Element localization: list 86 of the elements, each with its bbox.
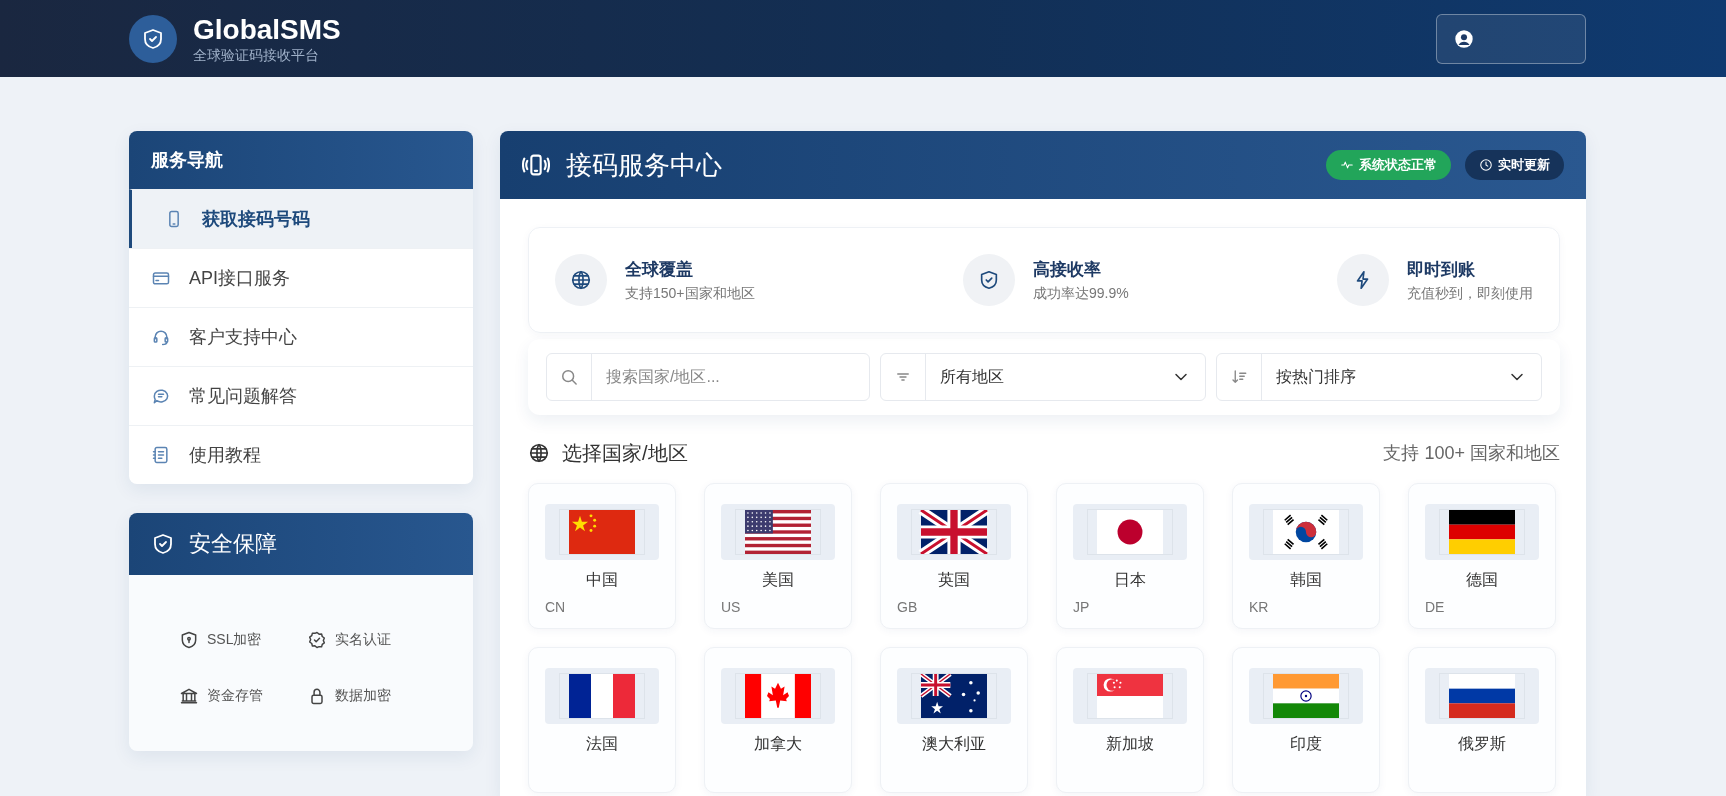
country-card[interactable]: 中国 CN: [528, 483, 676, 629]
flag-icon: [1088, 510, 1172, 554]
flag-icon: [1088, 674, 1172, 718]
country-card[interactable]: 德国 DE: [1408, 483, 1556, 629]
security-feature-label: SSL加密: [207, 631, 262, 649]
sidebar-item[interactable]: 获取接码号码: [129, 189, 473, 248]
flag-icon: [1440, 510, 1524, 554]
section-title: 选择国家/地区: [562, 440, 688, 466]
user-icon: [1453, 27, 1475, 50]
flag-icon: [912, 674, 996, 718]
country-code: JP: [1073, 599, 1091, 615]
country-name: 俄罗斯: [1457, 734, 1507, 754]
feature-subtitle: 支持150+国家和地区: [625, 284, 755, 303]
country-card[interactable]: 韩国 KR: [1232, 483, 1380, 629]
clock-icon: [1479, 158, 1493, 172]
country-card[interactable]: 英国 GB: [880, 483, 1028, 629]
search-icon: [559, 367, 579, 387]
search-field[interactable]: 搜索国家/地区...: [546, 353, 870, 401]
flag-icon: [560, 510, 644, 554]
status-badge: 系统状态正常: [1326, 150, 1451, 180]
feature-title: 全球覆盖: [625, 258, 694, 281]
country-name: 日本: [1113, 570, 1147, 590]
sort-dropdown[interactable]: 按热门排序: [1216, 353, 1542, 401]
shield-icon: [151, 532, 175, 556]
country-name: 德国: [1465, 570, 1499, 590]
globe-icon: [555, 254, 607, 306]
flag-icon: [736, 674, 820, 718]
flag-icon: [1264, 674, 1348, 718]
document-icon: [151, 445, 171, 465]
feature-title: 高接收率: [1032, 258, 1102, 281]
country-code: KR: [1249, 599, 1270, 615]
sidebar-item[interactable]: API接口服务: [129, 248, 473, 307]
logo-subtitle: 全球验证码接收平台: [193, 45, 320, 64]
pulse-icon: [1340, 158, 1354, 172]
sidebar-item[interactable]: 客户支持中心: [129, 307, 473, 366]
country-name: 澳大利亚: [921, 734, 987, 754]
country-code: DE: [1425, 599, 1446, 615]
user-button[interactable]: [1436, 13, 1586, 64]
country-card[interactable]: 美国 US: [704, 483, 852, 629]
panel-title: 接码服务中心: [566, 148, 722, 182]
flag-icon: [736, 510, 820, 554]
section-note: 支持 100+ 国家和地区: [1383, 442, 1560, 465]
country-name: 中国: [585, 570, 619, 590]
nav-title: 服务导航: [129, 131, 473, 189]
security-feature-label: 资金存管: [207, 687, 263, 705]
flag-icon: [1264, 510, 1348, 554]
country-card[interactable]: 法国: [528, 647, 676, 793]
flag-icon: [560, 674, 644, 718]
country-card[interactable]: 印度: [1232, 647, 1380, 793]
security-title: 安全保障: [189, 530, 277, 558]
security-feature-label: 数据加密: [335, 687, 391, 705]
country-card[interactable]: 俄罗斯: [1408, 647, 1556, 793]
shield-icon: [179, 630, 199, 650]
logo-title: GlobalSMS: [193, 13, 341, 46]
feature-title: 即时到账: [1407, 258, 1476, 281]
country-name: 美国: [761, 570, 795, 590]
country-name: 印度: [1289, 734, 1323, 754]
lightning-icon: [1337, 254, 1389, 306]
check-badge-icon: [307, 630, 327, 650]
shield-logo-icon: [129, 14, 177, 63]
country-name: 韩国: [1289, 570, 1323, 590]
region-dropdown[interactable]: 所有地区: [880, 353, 1206, 401]
sort-icon: [1230, 368, 1248, 386]
country-name: 加拿大: [753, 734, 803, 754]
country-code: US: [721, 599, 742, 615]
globe-icon: [528, 442, 550, 464]
flag-icon: [1440, 674, 1524, 718]
country-name: 法国: [585, 734, 619, 754]
country-card[interactable]: 日本 JP: [1056, 483, 1204, 629]
feature-subtitle: 充值秒到，即刻使用: [1407, 284, 1533, 303]
country-code: GB: [897, 599, 919, 615]
sidebar-item[interactable]: 使用教程: [129, 425, 473, 484]
bank-icon: [179, 686, 199, 706]
flag-icon: [912, 510, 996, 554]
sidebar-item[interactable]: 常见问题解答: [129, 366, 473, 425]
country-card[interactable]: 澳大利亚: [880, 647, 1028, 793]
country-card[interactable]: 新加坡: [1056, 647, 1204, 793]
country-code: CN: [545, 599, 567, 615]
country-card[interactable]: 加拿大: [704, 647, 852, 793]
feature-subtitle: 成功率达99.9%: [1032, 284, 1129, 303]
chat-bubble-icon: [151, 386, 171, 406]
security-feature-label: 实名认证: [335, 631, 391, 649]
country-name: 新加坡: [1105, 734, 1155, 754]
search-input[interactable]: 搜索国家/地区...: [592, 354, 869, 400]
country-name: 英国: [937, 570, 971, 590]
live-update-badge: 实时更新: [1465, 150, 1564, 180]
